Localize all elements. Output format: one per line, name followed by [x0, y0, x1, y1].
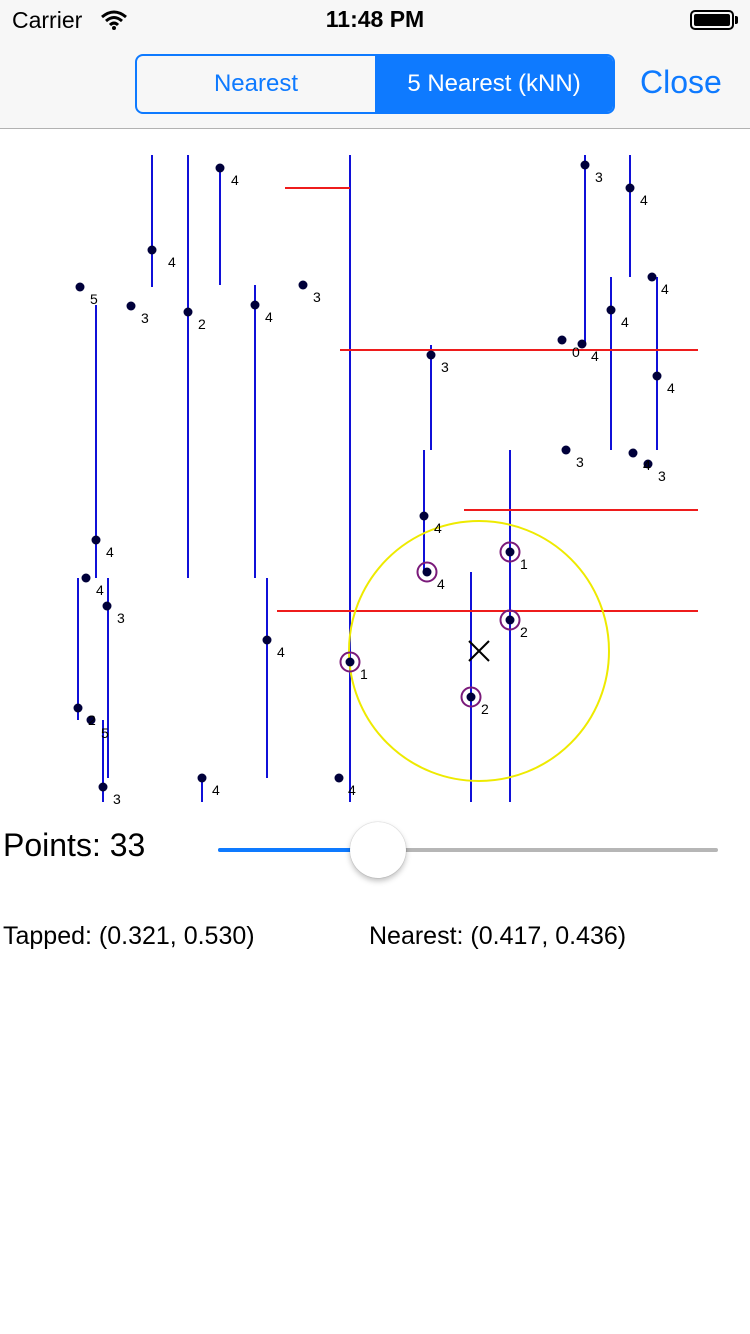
- depth-label: 4: [434, 520, 442, 536]
- tree-point: [625, 183, 635, 193]
- tree-point: [75, 282, 85, 292]
- tree-points: [73, 160, 662, 792]
- battery-cap: [735, 16, 738, 24]
- depth-label: 3: [117, 610, 125, 626]
- tree-point: [580, 160, 590, 170]
- depth-label: 4: [348, 782, 356, 798]
- tree-point: [183, 307, 193, 317]
- segment-5-nearest-knn[interactable]: 5 Nearest (kNN): [375, 56, 613, 112]
- tree-point: [298, 280, 308, 290]
- tapped-coordinates: Tapped: (0.321, 0.530): [3, 922, 255, 950]
- depth-label: 2: [88, 712, 96, 728]
- tree-point: [505, 615, 515, 625]
- tree-point: [561, 445, 571, 455]
- tree-point: [557, 335, 567, 345]
- depth-label: 3: [658, 468, 666, 484]
- depth-label: 3: [313, 289, 321, 305]
- tree-point: [98, 782, 108, 792]
- depth-label: 4: [437, 576, 445, 592]
- depth-label: 3: [595, 169, 603, 185]
- depth-label: 4: [643, 457, 651, 473]
- depth-label: 1: [520, 556, 528, 572]
- segment-nearest[interactable]: Nearest: [137, 56, 375, 112]
- depth-labels: 44453 2434432534 4134412234440 443 43: [88, 169, 675, 807]
- status-time: 11:48 PM: [325, 6, 425, 32]
- close-button[interactable]: Close: [640, 64, 722, 101]
- depth-label: 5: [90, 291, 98, 307]
- depth-label: 3: [113, 791, 121, 807]
- depth-label: 4: [106, 544, 114, 560]
- mode-segmented-control: Nearest 5 Nearest (kNN): [135, 54, 615, 114]
- tree-point: [426, 350, 436, 360]
- depth-label: 4: [265, 309, 273, 325]
- depth-label: 1: [360, 666, 368, 682]
- depth-label: 4: [661, 281, 669, 297]
- depth-label: 4: [591, 348, 599, 364]
- tree-point: [126, 301, 136, 311]
- tree-point: [422, 567, 432, 577]
- tree-point: [652, 371, 662, 381]
- tree-point: [147, 245, 157, 255]
- tree-point: [250, 300, 260, 310]
- tree-point: [73, 703, 83, 713]
- battery-icon: [690, 10, 734, 30]
- tree-point: [606, 305, 616, 315]
- tree-point: [197, 773, 207, 783]
- tree-point: [628, 448, 638, 458]
- tree-point: [334, 773, 344, 783]
- navigation-bar: Nearest 5 Nearest (kNN) Close: [0, 40, 750, 129]
- depth-label: 2: [520, 624, 528, 640]
- nearest-coordinates: Nearest: (0.417, 0.436): [369, 922, 627, 950]
- slider-thumb[interactable]: [350, 822, 406, 878]
- depth-label: 2: [481, 701, 489, 717]
- depth-label: 4: [277, 644, 285, 660]
- depth-label: 5: [101, 725, 109, 741]
- tree-point: [102, 601, 112, 611]
- points-slider[interactable]: [218, 848, 718, 852]
- tree-point: [505, 547, 515, 557]
- depth-label: 4: [168, 254, 176, 270]
- kd-tree-canvas[interactable]: 44453 2434432534 4134412234440 443 43: [0, 129, 750, 809]
- depth-label: 0: [572, 344, 580, 360]
- tree-point: [419, 511, 429, 521]
- tree-point: [466, 692, 476, 702]
- tree-point: [215, 163, 225, 173]
- points-count-label: Points: 33: [3, 827, 146, 863]
- tree-point: [345, 657, 355, 667]
- depth-label: 4: [212, 782, 220, 798]
- depth-label: 4: [621, 314, 629, 330]
- depth-label: 4: [96, 582, 104, 598]
- tree-point: [647, 272, 657, 282]
- tree-point: [91, 535, 101, 545]
- depth-label: 3: [576, 454, 584, 470]
- status-bar: Carrier 11:48 PM: [0, 0, 750, 40]
- tree-point: [81, 573, 91, 583]
- depth-label: 4: [640, 192, 648, 208]
- depth-label: 4: [231, 172, 239, 188]
- depth-label: 2: [198, 316, 206, 332]
- depth-label: 4: [667, 380, 675, 396]
- depth-label: 3: [441, 359, 449, 375]
- tree-point: [262, 635, 272, 645]
- depth-label: 3: [141, 310, 149, 326]
